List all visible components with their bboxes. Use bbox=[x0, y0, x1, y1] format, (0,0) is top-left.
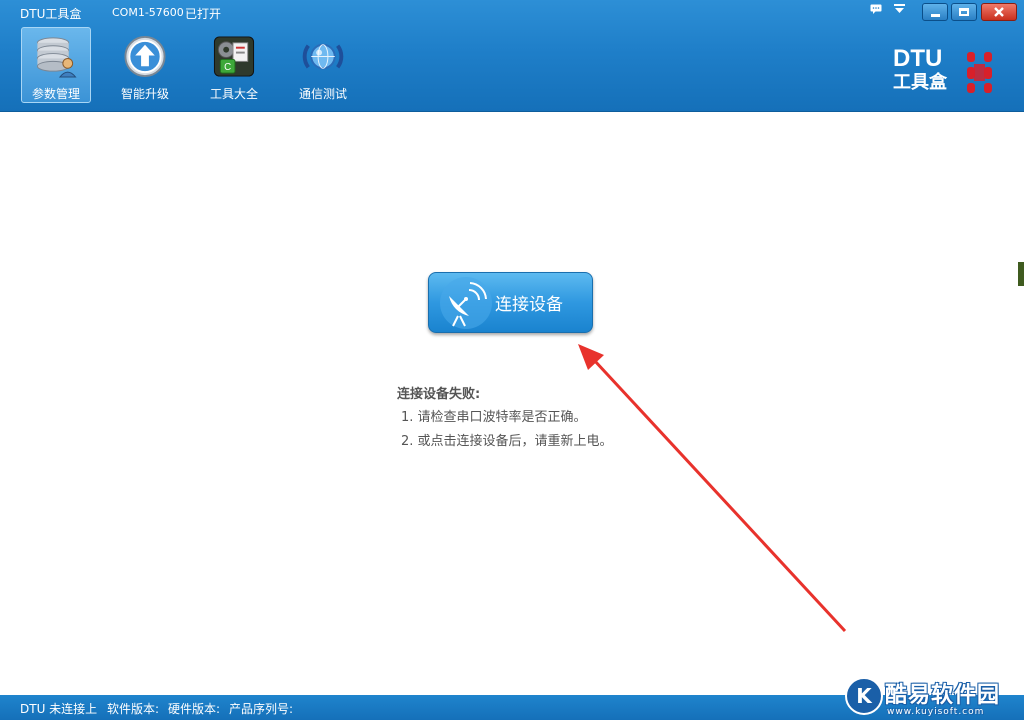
watermark-url: www.kuyisoft.com bbox=[887, 707, 985, 717]
brand-line-1: DTU bbox=[893, 45, 943, 72]
toolbar-param-manage[interactable]: 参数管理 bbox=[21, 27, 91, 103]
database-user-icon bbox=[36, 37, 77, 78]
satellite-dish-icon bbox=[440, 276, 492, 329]
dtu-connection-status: DTU 未连接上 bbox=[20, 702, 98, 716]
minimize-button[interactable] bbox=[922, 3, 948, 21]
annotation-arrow bbox=[578, 344, 847, 633]
brand-text: DTU 工具盒 bbox=[893, 46, 947, 94]
maximize-button[interactable] bbox=[951, 3, 977, 21]
window-edge-mark bbox=[1018, 262, 1024, 286]
toolbar-comm-test[interactable]: 通信测试 bbox=[288, 27, 358, 103]
close-button[interactable] bbox=[981, 3, 1017, 21]
connect-fail-hint: 1. 请检查串口波特率是否正确。 bbox=[401, 410, 587, 425]
toolbox-icon: C bbox=[213, 36, 255, 77]
toolbar-tools[interactable]: C 工具大全 bbox=[199, 27, 269, 103]
connect-fail-hint: 2. 或点击连接设备后，请重新上电。 bbox=[401, 434, 613, 449]
svg-text:C: C bbox=[224, 62, 231, 73]
message-icon[interactable] bbox=[870, 4, 882, 18]
watermark-text: 酷易软件园 bbox=[885, 683, 1001, 708]
main-content: 连接设备 连接设备失败: 1. 请检查串口波特率是否正确。 2. 或点击连接设备… bbox=[0, 112, 1024, 695]
close-icon bbox=[994, 7, 1004, 17]
connect-device-label: 连接设备 bbox=[495, 295, 563, 315]
title-bar: DTU工具盒 COM1-57600 已打开 bbox=[0, 0, 1024, 26]
toolbar-label: 智能升级 bbox=[120, 87, 169, 101]
menu-icon[interactable] bbox=[894, 4, 905, 17]
port-status-label: 已打开 bbox=[185, 7, 222, 21]
minimize-icon bbox=[930, 13, 940, 17]
site-watermark: K 酷易软件园 www.kuyisoft.com bbox=[845, 675, 1024, 720]
upgrade-arrow-icon bbox=[124, 35, 166, 78]
app-title: DTU工具盒 bbox=[20, 7, 82, 21]
maximize-icon bbox=[959, 8, 969, 16]
software-version-label: 软件版本: bbox=[107, 702, 160, 716]
toolbar-label: 通信测试 bbox=[298, 87, 347, 101]
toolbar-label: 工具大全 bbox=[209, 87, 258, 101]
watermark-logo: K bbox=[845, 677, 883, 715]
connect-device-button[interactable]: 连接设备 bbox=[428, 272, 593, 333]
toolbar-label: 参数管理 bbox=[31, 87, 80, 101]
brand-line-2: 工具盒 bbox=[893, 72, 947, 93]
com-port-label: COM1-57600 bbox=[112, 6, 184, 19]
serial-number-label: 产品序列号: bbox=[229, 702, 294, 716]
toolbar-smart-upgrade[interactable]: 智能升级 bbox=[110, 27, 180, 103]
app-header: DTU工具盒 COM1-57600 已打开 参数管理 智能升级 C 工具大全 通… bbox=[0, 0, 1024, 112]
hardware-version-label: 硬件版本: bbox=[168, 702, 221, 716]
communication-globe-icon bbox=[302, 43, 344, 70]
connect-fail-title: 连接设备失败: bbox=[397, 387, 481, 402]
brand-logo-icon bbox=[967, 52, 992, 93]
